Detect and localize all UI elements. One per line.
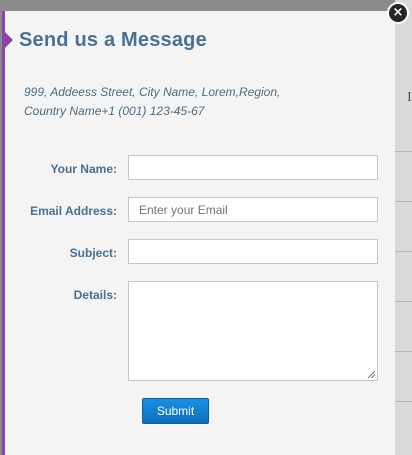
details-label: Details: [73, 288, 117, 302]
resize-handle-icon[interactable] [368, 371, 375, 378]
background-divider [395, 151, 412, 152]
name-field[interactable] [128, 155, 378, 180]
contact-modal: Send us a Message 999, Addeess Street, C… [2, 11, 395, 455]
close-icon[interactable]: × [387, 2, 409, 24]
submit-button[interactable]: Submit [142, 398, 209, 424]
modal-title: Send us a Message [19, 29, 207, 51]
background-divider [395, 351, 412, 352]
background-page [395, 0, 412, 455]
address-line: 999, Addeess Street, City Name, Lorem,Re… [24, 85, 281, 99]
background-divider [395, 251, 412, 252]
subject-field[interactable] [128, 239, 378, 264]
email-label: Email Address: [30, 204, 117, 218]
details-textarea[interactable] [128, 281, 378, 381]
name-label: Your Name: [50, 162, 117, 176]
title-marker [2, 29, 13, 51]
background-divider [395, 201, 412, 202]
address-line: Country Name+1 (001) 123-45-67 [24, 104, 205, 118]
subject-label: Subject: [69, 246, 117, 260]
background-divider [395, 301, 412, 302]
background-text: I [407, 90, 412, 105]
background-divider [395, 401, 412, 402]
email-field[interactable] [128, 197, 378, 222]
address-block: 999, Addeess Street, City Name, Lorem,Re… [24, 83, 344, 121]
